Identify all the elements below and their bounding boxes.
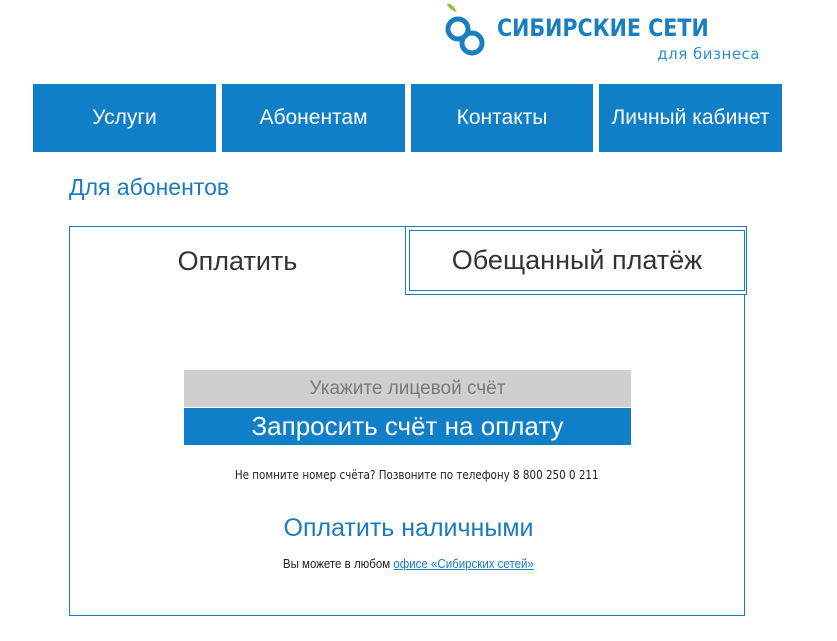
nav-item-subscribers[interactable]: Абонентам: [222, 84, 405, 152]
nav-item-personal-account[interactable]: Личный кабинет: [599, 84, 782, 152]
request-invoice-button-label: Запросить счёт на оплату: [251, 411, 564, 441]
cash-payment-text: Вы можете в любом офисе «Сибирских сетей…: [0, 557, 817, 571]
tab-pay-label: Оплатить: [177, 245, 298, 276]
request-invoice-button[interactable]: Запросить счёт на оплату: [184, 408, 631, 445]
nav-item-services[interactable]: Услуги: [33, 84, 216, 152]
main-nav: Услуги Абонентам Контакты Личный кабинет: [33, 84, 782, 152]
brand-name: СИБИРСКИЕ СЕТИ: [497, 14, 709, 42]
tab-promised-payment-label: Обещанный платёж: [451, 245, 703, 275]
account-hint-text: Не помните номер счёта? Позвоните по тел…: [234, 467, 599, 482]
account-number-input[interactable]: [184, 370, 631, 407]
brand-logo[interactable]: СИБИРСКИЕ СЕТИ для бизнеса: [443, 0, 773, 70]
tab-pay[interactable]: Оплатить: [69, 226, 406, 295]
tab-promised-payment[interactable]: Обещанный платёж: [405, 226, 747, 295]
cash-payment-text-prefix: Вы можете в любом: [283, 557, 394, 571]
page-title: Для абонентов: [69, 174, 230, 200]
brand-tagline: для бизнеса: [657, 45, 760, 63]
sibirskie-seti-logo-icon: [445, 4, 485, 56]
tab-promised-payment-inner: Обещанный платёж: [409, 230, 745, 291]
cash-payment-title: Оплатить наличными: [283, 514, 534, 542]
account-hint: Не помните номер счёта? Позвоните по тел…: [0, 467, 837, 482]
nav-item-contacts[interactable]: Контакты: [411, 84, 593, 152]
offices-link[interactable]: офисе «Сибирских сетей»: [394, 557, 534, 571]
